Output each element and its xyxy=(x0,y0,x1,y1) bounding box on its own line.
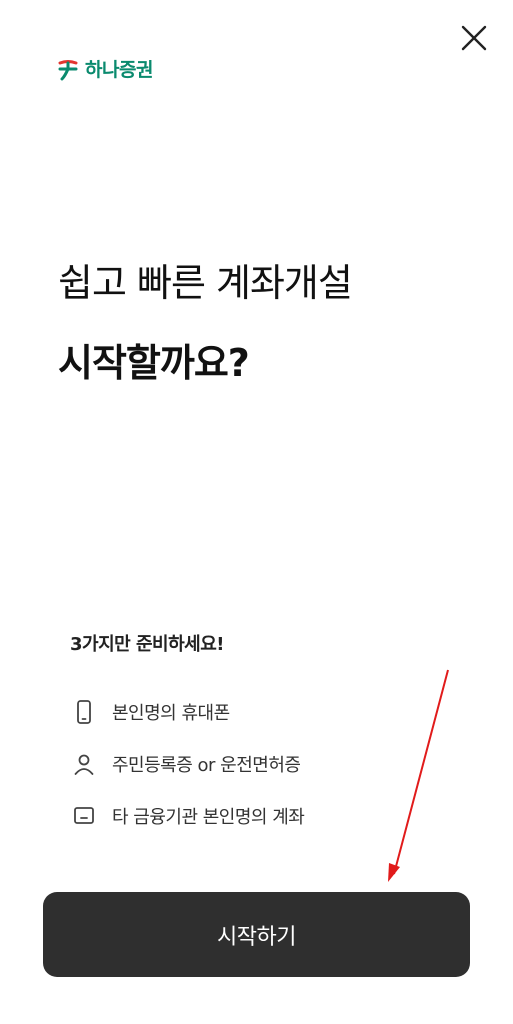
person-icon xyxy=(70,750,98,778)
headline-line1: 쉽고 빠른 계좌개설 xyxy=(58,261,353,305)
requirement-phone: 본인명의 휴대폰 xyxy=(70,686,304,738)
headline-line2: 시작할까요? xyxy=(58,341,250,385)
phone-icon xyxy=(70,698,98,726)
requirement-id: 주민등록증 or 운전면허증 xyxy=(70,738,304,790)
start-button[interactable]: 시작하기 xyxy=(43,892,470,977)
close-button[interactable] xyxy=(456,20,492,56)
requirement-label: 본인명의 휴대폰 xyxy=(112,703,230,724)
requirements-title: 3가지만 준비하세요! xyxy=(70,634,224,655)
requirement-account: 타 금융기관 본인명의 계좌 xyxy=(70,790,305,842)
brand-logo: 하나증권 xyxy=(57,55,153,82)
bank-card-icon xyxy=(70,802,98,830)
brand-name: 하나증권 xyxy=(85,59,153,81)
requirements-list: 본인명의 휴대폰 주민등록증 or 운전면허증 타 금융기관 본인명의 계좌 xyxy=(70,686,305,842)
close-icon xyxy=(461,25,487,51)
annotation-arrow xyxy=(388,669,449,882)
requirement-label: 주민등록증 or 운전면허증 xyxy=(112,755,301,776)
requirement-label: 타 금융기관 본인명의 계좌 xyxy=(112,807,305,828)
hana-logo-icon xyxy=(58,59,78,80)
